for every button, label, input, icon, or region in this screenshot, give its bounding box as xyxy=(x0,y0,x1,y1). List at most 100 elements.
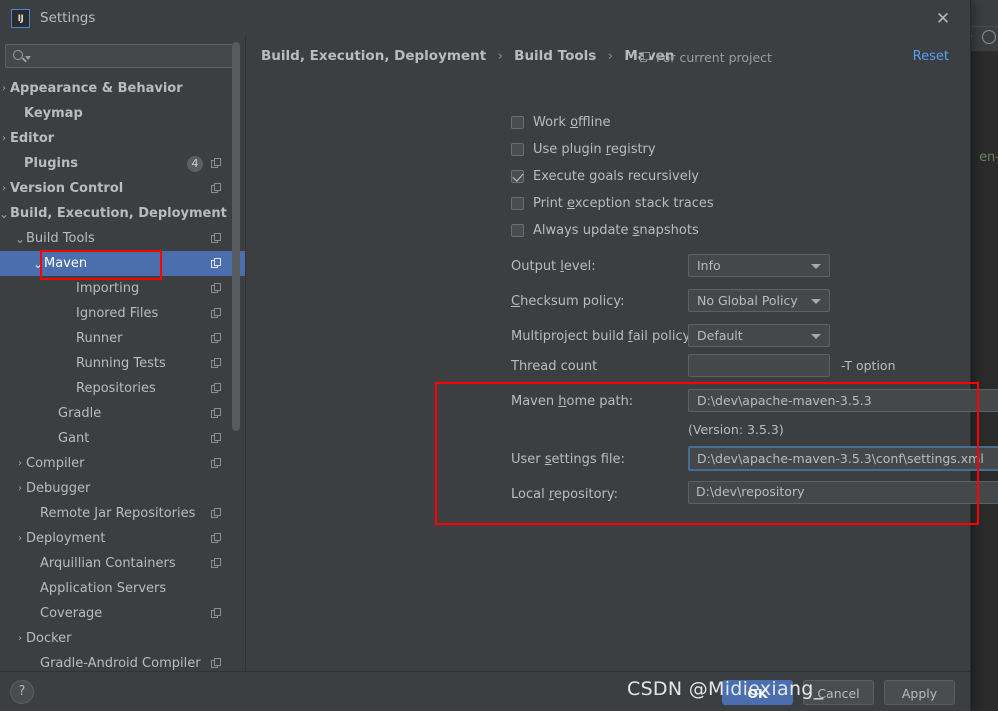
sidebar-item-editor[interactable]: › Editor xyxy=(0,126,245,151)
breadcrumb-item-build[interactable]: Build, Execution, Deployment xyxy=(261,48,486,64)
reset-link[interactable]: Reset xyxy=(913,49,949,64)
copy-icon[interactable] xyxy=(211,233,222,244)
thread-count-input[interactable] xyxy=(688,354,830,377)
sidebar-item-debugger[interactable]: › Debugger xyxy=(0,476,245,501)
checkbox-box xyxy=(511,197,524,210)
copy-icon[interactable] xyxy=(211,533,222,544)
sidebar-item-runner[interactable]: Runner xyxy=(0,326,245,351)
checkbox-xception-stack-traces[interactable]: Print exception stack traces xyxy=(511,196,714,211)
breadcrumb: Build, Execution, Deployment › Build Too… xyxy=(261,48,674,64)
breadcrumb-item-build-tools[interactable]: Build Tools xyxy=(514,48,596,64)
search-input[interactable] xyxy=(34,48,232,66)
sidebar-item-label: Keymap xyxy=(24,106,83,121)
sidebar-item-label: Appearance & Behavior xyxy=(10,81,183,96)
apply-button[interactable]: Apply xyxy=(884,680,955,705)
sidebar-item-ignored-files[interactable]: Ignored Files xyxy=(0,301,245,326)
sidebar-item-label: Plugins xyxy=(24,156,78,171)
chevron-right-icon[interactable]: › xyxy=(0,183,10,195)
combo-evel[interactable]: Info xyxy=(688,254,830,277)
thread-count-suffix: -T option xyxy=(841,358,896,373)
combo-value: Info xyxy=(697,258,721,273)
user-settings-value: D:\dev\apache-maven-3.5.3\conf\settings.… xyxy=(697,451,984,466)
sidebar-item-appearance-behavior[interactable]: › Appearance & Behavior xyxy=(0,76,245,101)
window-title: Settings xyxy=(40,10,96,26)
chevron-right-icon[interactable]: › xyxy=(14,483,26,495)
sidebar-item-importing[interactable]: Importing xyxy=(0,276,245,301)
copy-icon[interactable] xyxy=(211,558,222,569)
sidebar-item-deployment[interactable]: › Deployment xyxy=(0,526,245,551)
combo-hecksum-policy[interactable]: No Global Policy xyxy=(688,289,830,312)
sidebar-item-build-tools[interactable]: ⌄ Build Tools xyxy=(0,226,245,251)
copy-icon[interactable] xyxy=(211,358,222,369)
project-scope-text: For current project xyxy=(656,50,772,65)
sidebar-item-label: Coverage xyxy=(40,606,103,621)
search-icon xyxy=(13,49,31,65)
sidebar-item-plugins[interactable]: Plugins 4 xyxy=(0,151,245,176)
settings-content: Build, Execution, Deployment › Build Too… xyxy=(247,36,998,671)
sidebar-item-version-control[interactable]: › Version Control xyxy=(0,176,245,201)
chevron-right-icon[interactable]: › xyxy=(14,633,26,645)
chevron-down-icon[interactable]: ⌄ xyxy=(32,258,44,270)
sidebar-item-compiler[interactable]: › Compiler xyxy=(0,451,245,476)
search-box[interactable] xyxy=(5,44,239,68)
copy-icon[interactable] xyxy=(211,308,222,319)
settings-tree[interactable]: › Appearance & Behavior Keymap › Editor Plugi… xyxy=(0,76,245,671)
chevron-down-icon[interactable]: ⌄ xyxy=(0,208,10,220)
ok-button[interactable]: OK xyxy=(722,680,793,705)
copy-icon[interactable] xyxy=(211,458,222,469)
dialog-footer: ? OK Cancel Apply xyxy=(0,671,970,711)
copy-icon[interactable] xyxy=(211,433,222,444)
sidebar-item-gradle[interactable]: Gradle xyxy=(0,401,245,426)
copy-icon[interactable] xyxy=(211,658,222,669)
copy-icon[interactable] xyxy=(211,508,222,519)
sidebar-item-coverage[interactable]: Coverage xyxy=(0,601,245,626)
copy-icon[interactable] xyxy=(211,608,222,619)
checkbox-egistry[interactable]: Use plugin registry xyxy=(511,142,656,157)
sidebar-item-repositories[interactable]: Repositories xyxy=(0,376,245,401)
sidebar-item-label: Gant xyxy=(58,431,90,446)
sidebar-item-gant[interactable]: Gant xyxy=(0,426,245,451)
checkbox-label: Execute goals recursively xyxy=(533,169,699,184)
sidebar-item-label: Build, Execution, Deployment xyxy=(10,206,227,221)
chevron-right-icon[interactable]: › xyxy=(0,133,10,145)
combo-ail-policy[interactable]: Default xyxy=(688,324,830,347)
sidebar-item-build-execution-deployment[interactable]: ⌄ Build, Execution, Deployment xyxy=(0,201,245,226)
chevron-down-icon[interactable]: ⌄ xyxy=(14,233,26,245)
user-settings-input[interactable]: D:\dev\apache-maven-3.5.3\conf\settings.… xyxy=(688,446,998,471)
checkbox-ffline[interactable]: Work offline xyxy=(511,115,610,130)
checkbox-napshots[interactable]: Always update snapshots xyxy=(511,223,699,238)
chevron-right-icon[interactable]: › xyxy=(14,533,26,545)
copy-icon[interactable] xyxy=(211,258,222,269)
copy-icon[interactable] xyxy=(211,333,222,344)
sidebar-item-running-tests[interactable]: Running Tests xyxy=(0,351,245,376)
copy-icon[interactable] xyxy=(211,383,222,394)
sidebar-item-application-servers[interactable]: Application Servers xyxy=(0,576,245,601)
local-repo-label: Local repository: xyxy=(511,487,619,502)
sidebar-item-arquillian-containers[interactable]: Arquillian Containers xyxy=(0,551,245,576)
copy-icon[interactable] xyxy=(211,183,222,194)
sidebar-item-label: Ignored Files xyxy=(76,306,159,321)
copy-icon[interactable] xyxy=(211,158,222,169)
copy-icon[interactable] xyxy=(211,283,222,294)
chevron-right-icon[interactable]: › xyxy=(0,83,10,95)
sidebar-scrollbar[interactable] xyxy=(232,42,240,431)
sidebar-item-keymap[interactable]: Keymap xyxy=(0,101,245,126)
checkbox-oals-recursively[interactable]: Execute goals recursively xyxy=(511,169,699,184)
maven-home-combo[interactable]: D:\dev\apache-maven-3.5.3 xyxy=(688,389,998,412)
sidebar-item-remote-jar-repositories[interactable]: Remote Jar Repositories xyxy=(0,501,245,526)
copy-icon[interactable] xyxy=(211,408,222,419)
chevron-down-icon xyxy=(811,334,821,339)
combo-value: Default xyxy=(697,328,743,343)
sidebar-item-label: Maven xyxy=(44,256,88,271)
cancel-button[interactable]: Cancel xyxy=(803,680,874,705)
local-repo-input[interactable]: D:\dev\repository xyxy=(688,481,998,504)
sidebar-item-maven[interactable]: ⌄ Maven xyxy=(0,251,245,276)
sidebar-item-docker[interactable]: › Docker xyxy=(0,626,245,651)
chevron-right-icon[interactable]: › xyxy=(14,458,26,470)
sidebar-item-gradle-android-compiler[interactable]: Gradle-Android Compiler xyxy=(0,651,245,671)
combo-label-2: Multiproject build fail policy: xyxy=(511,329,694,344)
maven-home-label: Maven home path: xyxy=(511,394,634,409)
help-button[interactable]: ? xyxy=(10,680,34,704)
close-icon[interactable]: ✕ xyxy=(933,10,953,30)
sidebar-item-label: Gradle xyxy=(58,406,102,421)
